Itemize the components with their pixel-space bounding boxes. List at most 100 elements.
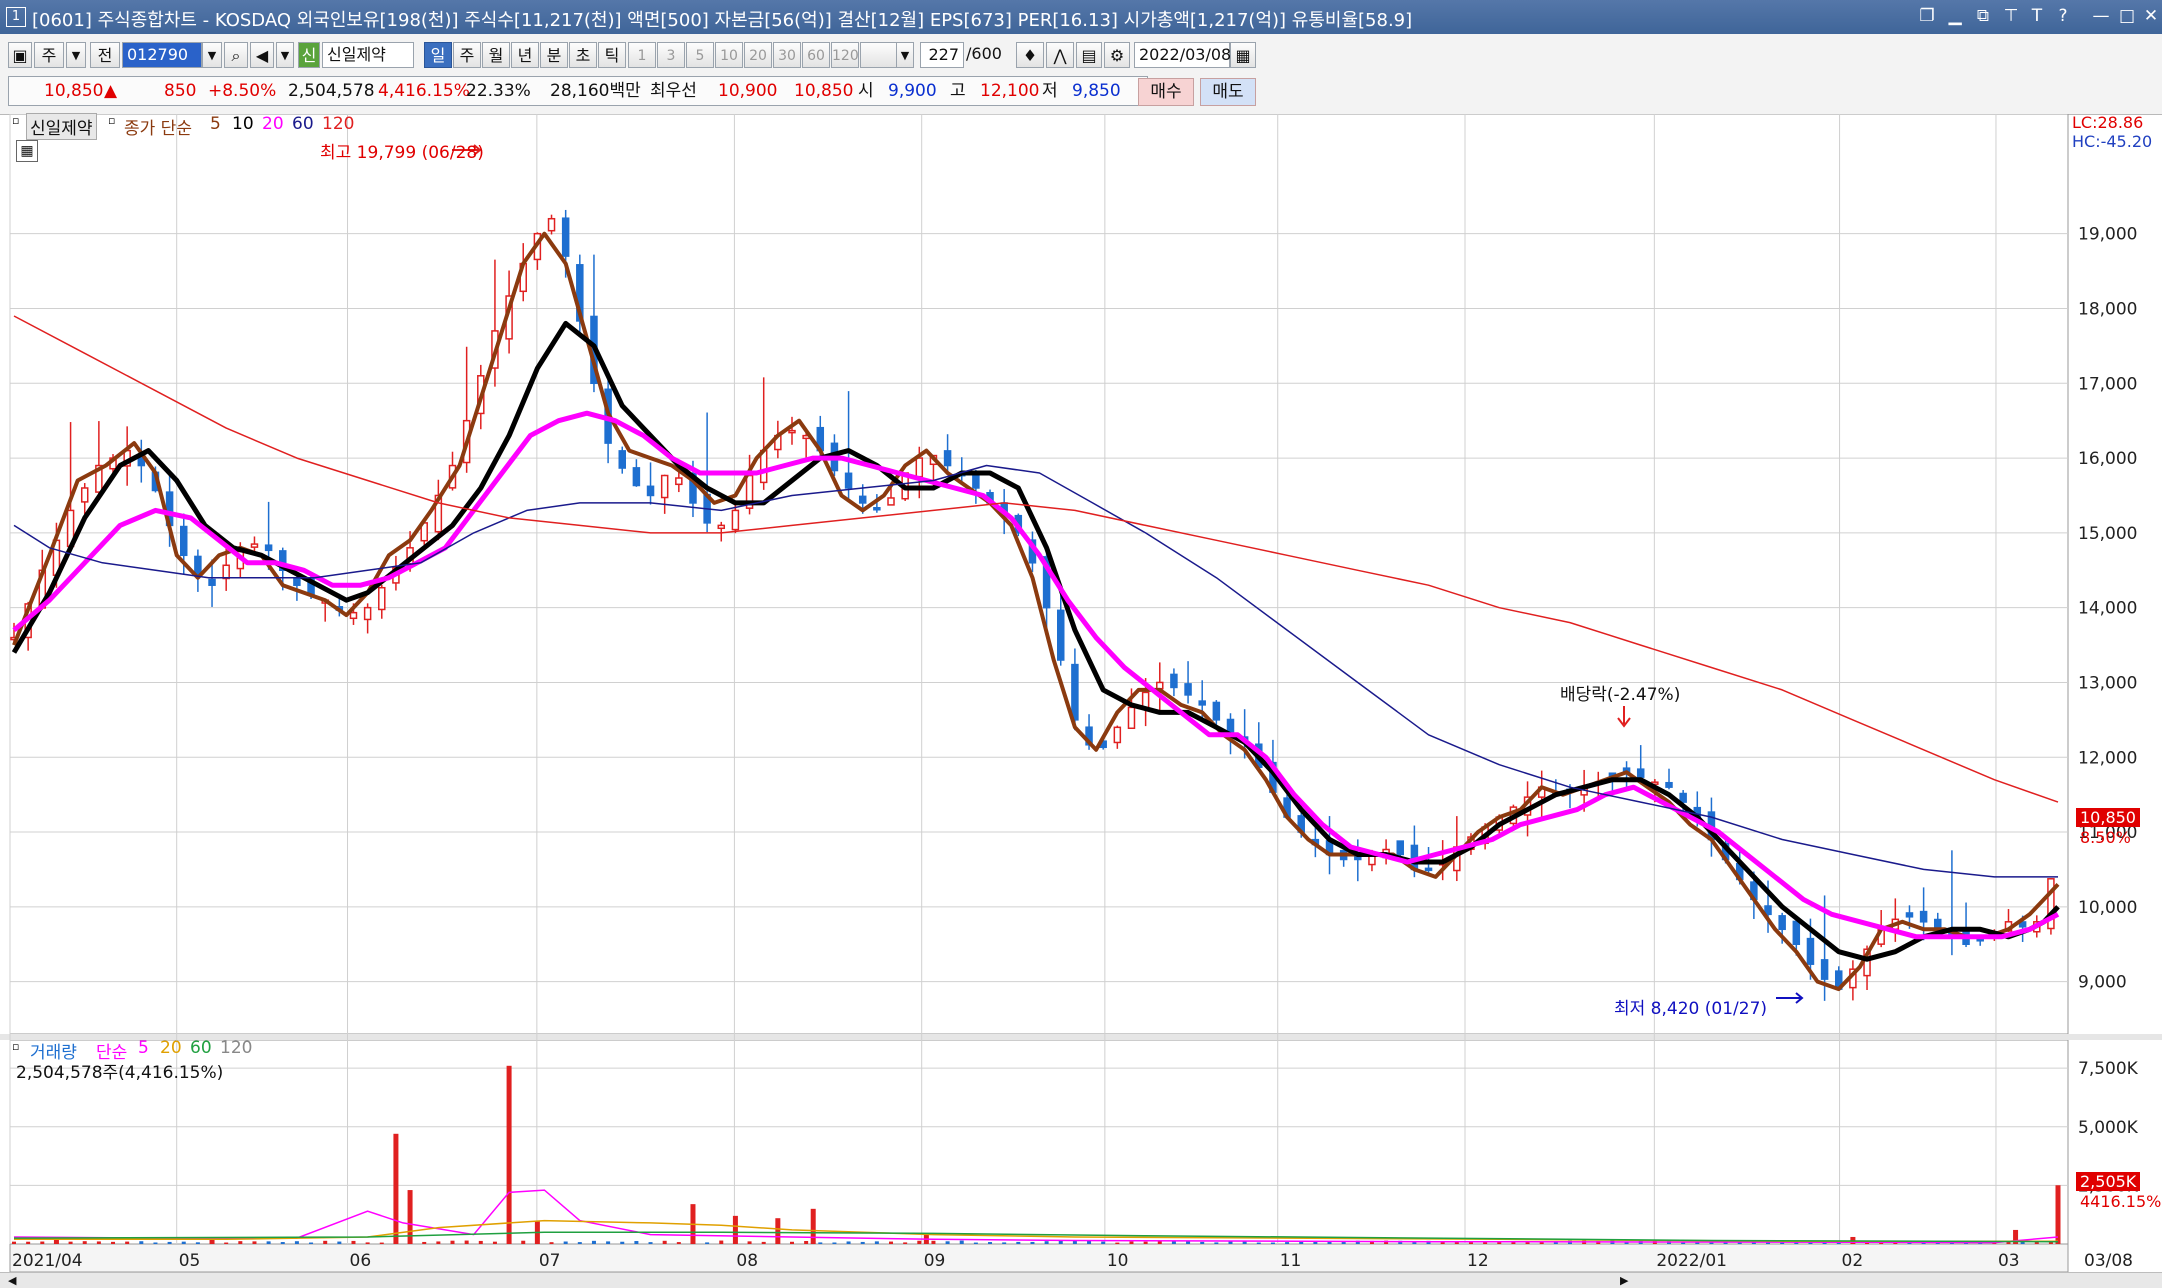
volume-bar <box>111 1241 116 1244</box>
period-tab-4[interactable]: 분 <box>540 42 568 68</box>
x-tick-label-9: 2022/01 <box>1656 1251 1727 1271</box>
candle-body <box>293 578 301 586</box>
volume-bar <box>620 1241 625 1244</box>
layout-icon[interactable]: ▣ <box>8 42 32 68</box>
interval-button-7[interactable]: 120 <box>831 42 859 68</box>
interval-button-0[interactable]: 1 <box>628 42 656 68</box>
volume-pane[interactable] <box>9 1039 2069 1245</box>
up-arrow-icon: ▲ <box>104 81 118 101</box>
volume-bar <box>153 1242 158 1244</box>
grid-toggle-icon[interactable]: ▦ <box>16 140 38 162</box>
font-size-icon[interactable]: T <box>2026 5 2048 27</box>
period-tab-0[interactable]: 일 <box>424 42 452 68</box>
x-axis-strip <box>9 1243 2069 1272</box>
interval-button-5[interactable]: 30 <box>773 42 801 68</box>
pin-icon[interactable]: ⊤ <box>2000 5 2022 27</box>
vol-legend-ma60: 60 <box>190 1038 212 1058</box>
volume-bar <box>1030 1241 1035 1244</box>
candle-body <box>1778 915 1786 931</box>
speaker-icon[interactable]: ◀ <box>250 42 274 68</box>
calendar-icon[interactable]: ▦ <box>1230 42 1256 68</box>
minimize-alt-icon[interactable]: ▁ <box>1944 5 1966 27</box>
price-chart[interactable]: 19,000 18,000 17,000 16,000 15,000 14,000 13,0… <box>0 114 2162 1272</box>
code-dropdown-icon[interactable]: ▼ <box>202 42 222 68</box>
x-tick-label-0: 2021/04 <box>12 1251 83 1271</box>
volume-bar <box>323 1240 328 1244</box>
best-ask: 10,900 <box>718 81 778 101</box>
stock-name-field[interactable]: 신일제약 <box>322 42 414 68</box>
sound-dropdown-icon[interactable]: ▼ <box>276 42 294 68</box>
candle-body <box>1184 683 1192 696</box>
volume-bar <box>224 1242 229 1244</box>
stock-code-input[interactable]: 012790 <box>122 42 202 68</box>
volume-bar <box>309 1242 314 1244</box>
volume-spike-2 <box>393 1133 399 1244</box>
market-kind-select[interactable]: 주 <box>34 42 64 68</box>
period-tab-5[interactable]: 초 <box>569 42 597 68</box>
blank-dropdown-icon[interactable]: ▼ <box>896 42 914 68</box>
interval-button-1[interactable]: 3 <box>657 42 685 68</box>
toolbar: ▣ 주 ▼ 전 012790 ▼ ⌕ ◀ ▼ 신 신일제약 ▼ 227 /600… <box>0 34 2162 115</box>
vol-current: 2,504,578주(4,416.15%) <box>16 1063 224 1083</box>
price-pane[interactable] <box>9 114 2069 1035</box>
x-tick-label-5: 09 <box>924 1251 946 1271</box>
volume-bar <box>1115 1242 1120 1244</box>
pane-divider[interactable] <box>0 1034 2162 1040</box>
period-tab-2[interactable]: 월 <box>482 42 510 68</box>
scroll-left-icon[interactable]: ◀ <box>8 1274 16 1287</box>
vol-legend-ma5: 5 <box>138 1038 149 1058</box>
best-quote-label: 최우선 <box>650 81 697 101</box>
volume-bar <box>719 1240 724 1244</box>
period-tab-3[interactable]: 년 <box>511 42 539 68</box>
interval-button-2[interactable]: 5 <box>686 42 714 68</box>
stock-badge-icon: 신 <box>298 42 320 68</box>
close-icon[interactable]: ✕ <box>2140 5 2162 27</box>
tile-icon[interactable]: ⧉ <box>1972 5 1994 27</box>
candle-body <box>378 586 386 611</box>
volume-bar <box>1270 1242 1275 1244</box>
app-number-icon[interactable]: 1 <box>6 7 26 27</box>
kind-dropdown-icon[interactable]: ▼ <box>66 42 86 68</box>
help-icon[interactable]: ? <box>2052 5 2074 27</box>
volume-bar <box>195 1242 200 1244</box>
legend-toggle-icon-2[interactable]: ▫ <box>108 114 115 127</box>
maximize-icon[interactable]: □ <box>2116 5 2138 27</box>
settings-gear-icon[interactable]: ⚙ <box>1104 42 1130 68</box>
candle-body <box>887 497 895 506</box>
minimize-icon[interactable]: — <box>2090 5 2112 27</box>
volume-bar <box>1681 1242 1686 1244</box>
period-tab-6[interactable]: 틱 <box>598 42 626 68</box>
legend-toggle-icon[interactable]: ▫ <box>12 114 19 127</box>
bar-count-input[interactable]: 227 <box>920 42 964 68</box>
interval-button-6[interactable]: 60 <box>802 42 830 68</box>
x-tick-label-6: 10 <box>1107 1251 1129 1271</box>
best-bid: 10,850 <box>794 81 854 101</box>
search-icon[interactable]: ⌕ <box>224 42 248 68</box>
volume-spike-7 <box>732 1215 738 1244</box>
prev-button[interactable]: 전 <box>90 42 120 68</box>
restore-window-icon[interactable]: ❐ <box>1916 5 1938 27</box>
save-icon[interactable]: ▤ <box>1076 42 1102 68</box>
scroll-right-icon[interactable]: ▶ <box>1620 1274 1628 1287</box>
horizontal-scrollbar[interactable]: ◀ ▶ <box>0 1272 2162 1288</box>
candle-body <box>618 450 626 469</box>
volume-bar <box>747 1241 752 1244</box>
y-tick-label-10: 9,000 <box>2078 973 2127 993</box>
x-tick-label-8: 12 <box>1467 1251 1489 1271</box>
x-tick-label-7: 11 <box>1280 1251 1302 1271</box>
volume-pct: 4,416.15% <box>378 81 470 101</box>
volume-spike-8 <box>775 1218 781 1244</box>
interval-button-4[interactable]: 20 <box>744 42 772 68</box>
buy-button[interactable]: 매수 <box>1138 78 1194 106</box>
period-tab-1[interactable]: 주 <box>453 42 481 68</box>
candle-body <box>1424 867 1433 872</box>
sell-button[interactable]: 매도 <box>1200 78 1256 106</box>
candle-body <box>1636 768 1645 778</box>
last-volume-tag: 2,505K <box>2076 1172 2141 1191</box>
volume-bar <box>917 1240 922 1244</box>
drawing-icon[interactable]: ⋀ <box>1046 42 1074 68</box>
interval-button-3[interactable]: 10 <box>715 42 743 68</box>
date-input[interactable]: 2022/03/08 <box>1134 42 1231 68</box>
indicator-icon[interactable]: ♦ <box>1016 42 1044 68</box>
vol-legend-toggle-icon[interactable]: ▫ <box>12 1040 19 1053</box>
